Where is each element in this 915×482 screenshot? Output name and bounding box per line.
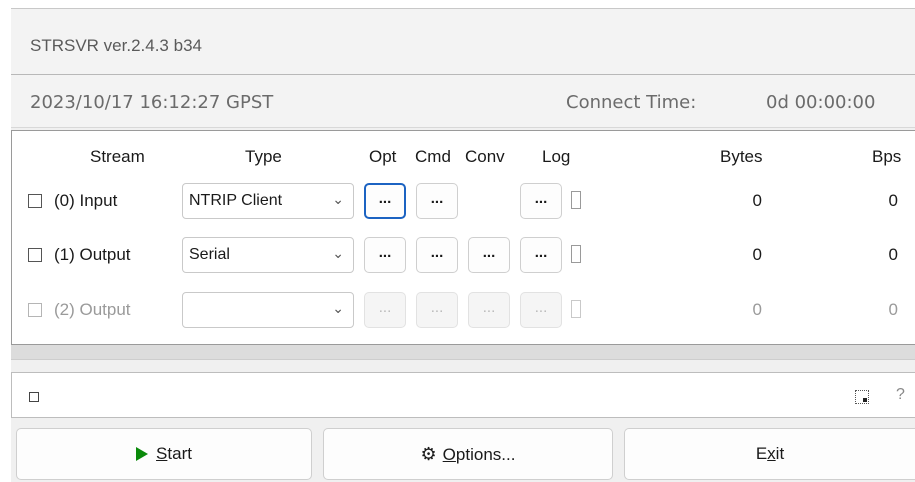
exit-label-post: it (775, 444, 785, 463)
connect-time-value: 0d 00:00:00 (766, 92, 876, 113)
chevron-down-icon: ⌄ (332, 245, 344, 261)
stream-grid: Stream Type Opt Cmd Conv Log Bytes Bps (… (11, 130, 915, 345)
current-time: 2023/10/17 16:12:27 GPST (30, 92, 274, 113)
exit-button[interactable]: Exit (624, 428, 915, 480)
stream-1-bps: 0 (888, 245, 898, 264)
stream-0-checkbox[interactable] (28, 194, 42, 208)
stream-0-type-select[interactable]: NTRIP Client ⌄ (182, 183, 354, 219)
options-button[interactable]: ⚙ Options... (323, 428, 613, 480)
stream-2-label: (2) Output (54, 300, 131, 319)
stream-1-cmd-button[interactable]: ... (416, 237, 458, 273)
stream-1-opt-button[interactable]: ... (364, 237, 406, 273)
stream-row-0: (0) Input NTRIP Client ⌄ ... ... ... 0 0 (12, 179, 915, 223)
options-mnemonic: O (442, 445, 456, 464)
stream-0-log-button[interactable]: ... (520, 183, 562, 219)
header-opt: Opt (369, 147, 397, 166)
start-mnemonic: S (156, 444, 168, 463)
title-bar[interactable]: STRSVR ver.2.4.3 b34 (11, 8, 915, 75)
header-bytes: Bytes (720, 147, 763, 166)
stream-2-checkbox[interactable] (28, 303, 42, 317)
stream-2-bytes: 0 (752, 300, 762, 319)
start-button[interactable]: Start (16, 428, 312, 480)
window-title: STRSVR ver.2.4.3 b34 (30, 36, 202, 55)
stream-0-bytes: 0 (752, 191, 762, 210)
strsvr-window: STRSVR ver.2.4.3 b34 2023/10/17 16:12:27… (0, 0, 915, 482)
stream-1-checkbox[interactable] (28, 248, 42, 262)
stream-2-opt-button[interactable]: ... (364, 292, 406, 328)
stream-1-type-value: Serial (189, 246, 230, 263)
header-type: Type (245, 147, 282, 166)
stream-2-log-indicator (571, 300, 581, 318)
left-edge (0, 8, 11, 482)
stream-1-log-indicator (571, 245, 581, 263)
stream-1-log-button[interactable]: ... (520, 237, 562, 273)
header-conv: Conv (465, 147, 505, 166)
stream-2-log-button[interactable]: ... (520, 292, 562, 328)
play-triangle-icon (136, 447, 149, 461)
stream-0-cmd-button[interactable]: ... (416, 183, 458, 219)
header-stream: Stream (90, 147, 145, 166)
stream-1-conv-button[interactable]: ... (468, 237, 510, 273)
chevron-down-icon: ⌄ (332, 191, 344, 207)
stream-1-bytes: 0 (752, 245, 762, 264)
stream-0-bps: 0 (888, 191, 898, 210)
stream-2-conv-button[interactable]: ... (468, 292, 510, 328)
stream-2-type-select[interactable]: ⌄ (182, 292, 354, 328)
top-edge (0, 0, 915, 8)
help-button[interactable]: ? (896, 386, 905, 404)
stream-row-2: (2) Output ⌄ ... ... ... ... 0 0 (12, 290, 915, 334)
options-label-rest: ptions... (455, 445, 516, 464)
stream-1-label: (1) Output (54, 245, 131, 264)
stream-1-type-select[interactable]: Serial ⌄ (182, 237, 354, 273)
status-indicator (29, 392, 39, 402)
stream-0-log-indicator (571, 191, 581, 209)
stream-row-1: (1) Output Serial ⌄ ... ... ... ... 0 0 (12, 235, 915, 279)
stream-0-label: (0) Input (54, 191, 118, 210)
stream-0-opt-button[interactable]: ... (364, 183, 406, 219)
header-bps: Bps (872, 147, 902, 166)
start-label-rest: tart (167, 444, 192, 463)
stream-2-cmd-button[interactable]: ... (416, 292, 458, 328)
exit-label-pre: E (755, 444, 768, 463)
connect-time-label: Connect Time: (566, 92, 697, 113)
resize-grip-icon[interactable] (855, 390, 869, 404)
exit-mnemonic: x (767, 444, 776, 463)
status-bar: ? (11, 372, 915, 418)
time-panel: 2023/10/17 16:12:27 GPST Connect Time: 0… (11, 74, 915, 128)
stream-0-type-value: NTRIP Client (189, 192, 283, 209)
gear-icon: ⚙ (420, 444, 437, 464)
chevron-down-icon: ⌄ (332, 300, 344, 316)
header-log: Log (542, 147, 571, 166)
header-cmd: Cmd (415, 147, 451, 166)
horizontal-scrollbar[interactable] (11, 345, 915, 360)
stream-2-bps: 0 (888, 300, 898, 319)
